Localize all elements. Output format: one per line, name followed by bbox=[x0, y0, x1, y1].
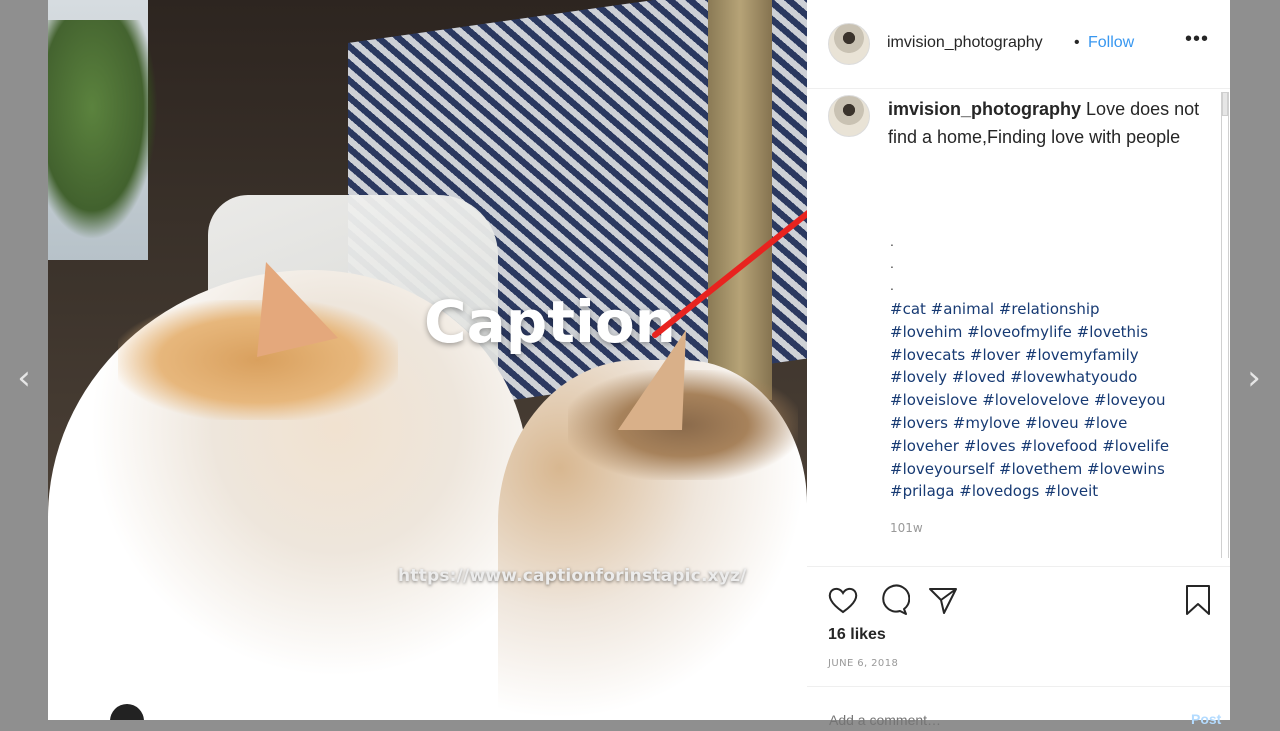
caption-text: imvision_photography Love does not find … bbox=[888, 95, 1206, 151]
caption-dots: . . . bbox=[890, 230, 894, 296]
caption-dot: . bbox=[890, 233, 894, 249]
likes-count[interactable]: 16 likes bbox=[828, 626, 886, 644]
hashtag-line[interactable]: #loveher #loves #lovefood #lovelife bbox=[890, 435, 1210, 458]
scrollbar-thumb[interactable] bbox=[1222, 92, 1228, 116]
caption-dot: . bbox=[890, 277, 894, 293]
hashtag-line[interactable]: #prilaga #lovedogs #loveit bbox=[890, 480, 1210, 503]
header-username[interactable]: imvision_photography bbox=[887, 34, 1043, 52]
hashtag-line[interactable]: #cat #animal #relationship bbox=[890, 298, 1210, 321]
header-separator: • bbox=[1074, 34, 1080, 51]
overlay-caption-title: Caption bbox=[424, 288, 676, 356]
hashtag-line[interactable]: #lovehim #loveofmylife #lovethis bbox=[890, 321, 1210, 344]
hashtag-line[interactable]: #loveyourself #lovethem #lovewins bbox=[890, 458, 1210, 481]
comment-timestamp: 101w bbox=[890, 521, 923, 535]
follow-button[interactable]: Follow bbox=[1088, 34, 1134, 52]
add-comment-input[interactable] bbox=[827, 709, 1131, 731]
post-date: JUNE 6, 2018 bbox=[828, 658, 899, 669]
caption-comments-area: imvision_photography Love does not find … bbox=[807, 88, 1230, 566]
hashtag-line[interactable]: #lovely #loved #lovewhatyoudo bbox=[890, 366, 1210, 389]
bamboo-pole bbox=[708, 0, 772, 400]
hashtag-line[interactable]: #lovecats #lover #lovemyfamily bbox=[890, 344, 1210, 367]
share-icon[interactable] bbox=[926, 583, 960, 617]
hashtag-list: #cat #animal #relationship #lovehim #lov… bbox=[890, 298, 1210, 503]
background-leaves bbox=[48, 20, 158, 240]
post-panel: imvision_photography • Follow ••• imvisi… bbox=[807, 0, 1230, 731]
heart-icon[interactable] bbox=[826, 583, 860, 617]
hashtag-line[interactable]: #lovers #mylove #loveu #love bbox=[890, 412, 1210, 435]
post-actions: 16 likes JUNE 6, 2018 bbox=[807, 566, 1230, 687]
left-cat-patch bbox=[118, 300, 398, 420]
comment-icon[interactable] bbox=[876, 583, 910, 617]
comments-scrollbar[interactable] bbox=[1221, 92, 1229, 558]
caption-dot: . bbox=[890, 255, 894, 271]
caption-avatar[interactable] bbox=[828, 95, 870, 137]
post-header: imvision_photography • Follow ••• bbox=[807, 0, 1230, 89]
post-comment-button[interactable]: Post bbox=[1191, 711, 1221, 727]
overlay-watermark-url: https://www.captionforinstapic.xyz/ bbox=[398, 566, 747, 586]
more-options-icon[interactable]: ••• bbox=[1185, 28, 1209, 51]
caption-username[interactable]: imvision_photography bbox=[888, 99, 1081, 119]
next-post-arrow[interactable]: › bbox=[1242, 358, 1266, 398]
avatar[interactable] bbox=[828, 23, 870, 65]
hashtag-line[interactable]: #loveislove #lovelovelove #loveyou bbox=[890, 389, 1210, 412]
add-comment-bar: Post bbox=[807, 686, 1230, 731]
bookmark-icon[interactable] bbox=[1181, 583, 1215, 617]
previous-post-arrow[interactable]: ‹ bbox=[12, 358, 36, 398]
